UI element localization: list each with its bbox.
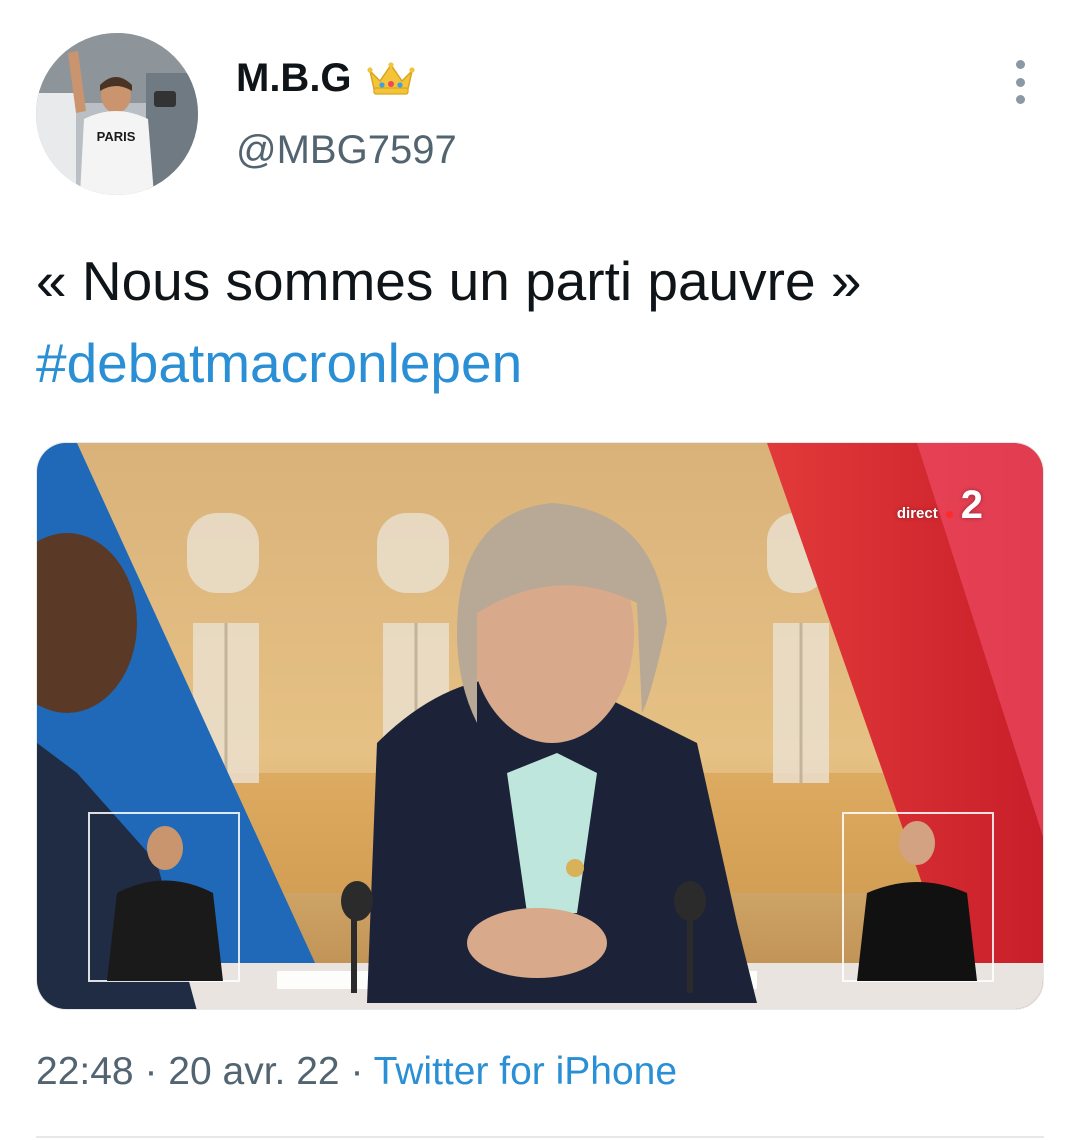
tweet-text-line: « Nous sommes un parti pauvre » (36, 250, 862, 312)
user-handle[interactable]: @MBG7597 (236, 128, 457, 173)
tweet: PARIS M.B.G @MBG7597 « Nous sommes un pa… (0, 0, 1080, 1140)
live-dot-icon (945, 511, 953, 518)
tweet-meta: 22:48 · 20 avr. 22 · Twitter for iPhone (36, 1050, 677, 1094)
meta-separator: · (144, 1050, 158, 1093)
hashtag-link[interactable]: #debatmacronlepen (36, 322, 1046, 404)
tweet-time[interactable]: 22:48 (36, 1050, 134, 1093)
tweet-media-image[interactable]: direct 2 (36, 442, 1044, 1010)
channel-label: direct (896, 505, 938, 522)
tweet-date[interactable]: 20 avr. 22 (168, 1050, 339, 1093)
channel-badge: direct 2 (897, 485, 983, 525)
divider (36, 1136, 1044, 1138)
more-options-icon[interactable] (1008, 60, 1032, 104)
display-name-text: M.B.G (236, 56, 352, 100)
avatar-image: PARIS (36, 33, 198, 195)
svg-text:PARIS: PARIS (97, 129, 136, 144)
tweet-text: « Nous sommes un parti pauvre » #debatma… (36, 240, 1046, 404)
tweet-source-link[interactable]: Twitter for iPhone (374, 1050, 677, 1093)
meta-separator: · (350, 1050, 364, 1093)
crown-icon (366, 61, 416, 97)
avatar[interactable]: PARIS (36, 33, 198, 195)
display-name[interactable]: M.B.G (236, 56, 416, 101)
channel-number: 2 (960, 483, 983, 527)
tv-debate-still (37, 443, 1043, 1009)
